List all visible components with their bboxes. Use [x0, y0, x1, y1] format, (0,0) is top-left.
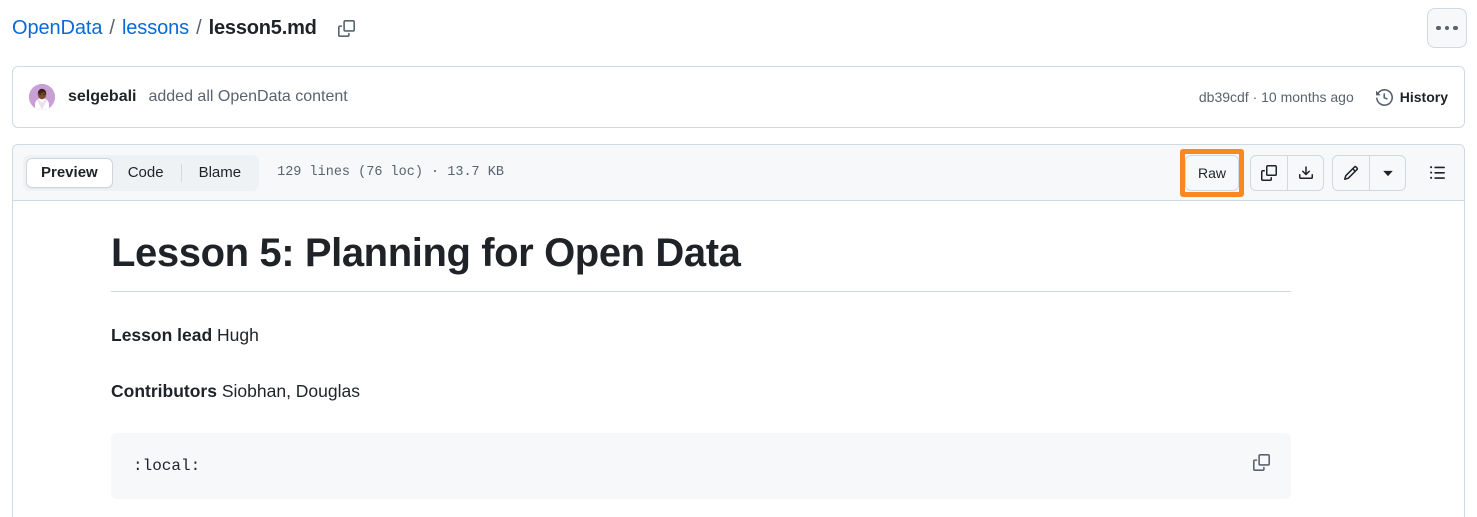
view-mode-segmented-control: Preview Code Blame	[23, 154, 260, 191]
page-title: Lesson 5: Planning for Open Data	[111, 229, 1291, 292]
file-toolbar: Preview Code Blame 129 lines (76 loc) · …	[13, 145, 1464, 201]
edit-file-button[interactable]	[1333, 156, 1369, 190]
copy-icon	[1261, 164, 1277, 181]
breadcrumb-current-file: lesson5.md	[208, 16, 317, 39]
copy-path-button[interactable]	[333, 14, 361, 42]
copy-raw-content-button[interactable]	[1251, 156, 1287, 190]
pencil-icon	[1343, 165, 1359, 181]
outline-toggle-button[interactable]	[1420, 156, 1454, 190]
more-options-button[interactable]	[1427, 8, 1467, 48]
segmented-divider	[180, 163, 182, 182]
chevron-down-icon	[1381, 166, 1395, 180]
commit-author-link[interactable]: selgebali	[68, 88, 136, 106]
raw-button[interactable]: Raw	[1184, 154, 1239, 191]
tab-blame[interactable]: Blame	[184, 158, 257, 188]
kebab-dot-2	[1444, 25, 1450, 31]
breadcrumb-separator-2: /	[196, 16, 202, 39]
contributors-label: Contributors	[111, 381, 217, 402]
history-label: History	[1399, 89, 1448, 105]
history-link[interactable]: History	[1375, 88, 1448, 106]
raw-button-highlight: Raw	[1179, 148, 1244, 197]
kebab-dot-3	[1453, 25, 1458, 31]
commit-message-link[interactable]: added all OpenData content	[148, 88, 347, 106]
code-block: :local:	[111, 432, 1291, 499]
contributors-value: Siobhan, Douglas	[221, 381, 360, 402]
contributors-line: Contributors Siobhan, Douglas	[111, 378, 1366, 404]
breadcrumb-repo-link[interactable]: OpenData	[12, 17, 102, 40]
commit-sha-and-time[interactable]: db39cdf · 10 months ago	[1199, 89, 1354, 105]
copy-download-button-group	[1250, 154, 1324, 191]
list-unordered-icon	[1429, 164, 1446, 181]
download-raw-file-button[interactable]	[1287, 155, 1323, 190]
copy-icon	[1252, 454, 1270, 471]
commit-meta: db39cdf · 10 months ago History	[1199, 88, 1448, 106]
breadcrumb-separator-1: /	[109, 16, 115, 39]
tab-code[interactable]: Code	[113, 158, 179, 188]
markdown-body: Lesson 5: Planning for Open Data Lesson …	[13, 201, 1464, 499]
kebab-horizontal-icon	[1436, 25, 1441, 31]
latest-commit-bar: selgebali added all OpenData content db3…	[12, 66, 1465, 128]
markdown-inner: Lesson 5: Planning for Open Data Lesson …	[13, 229, 1464, 499]
lesson-lead-line: Lesson lead Hugh	[111, 322, 1366, 348]
lesson-lead-label: Lesson lead	[111, 325, 213, 345]
avatar[interactable]	[29, 84, 55, 110]
edit-button-group	[1332, 154, 1406, 191]
github-file-view: OpenData / lessons / lesson5.md selgebal…	[0, 0, 1477, 517]
lesson-lead-value: Hugh	[217, 325, 259, 345]
code-block-content: :local:	[133, 456, 201, 475]
file-content-box: Preview Code Blame 129 lines (76 loc) · …	[12, 144, 1465, 517]
edit-dropdown-button[interactable]	[1369, 155, 1405, 190]
tab-preview[interactable]: Preview	[26, 157, 113, 188]
copy-code-button[interactable]	[1245, 447, 1277, 479]
history-clock-icon	[1375, 88, 1393, 106]
copy-icon	[338, 19, 356, 37]
download-icon	[1298, 165, 1314, 181]
breadcrumb: OpenData / lessons / lesson5.md	[12, 10, 361, 46]
file-meta-text: 129 lines (76 loc) · 13.7 KB	[277, 165, 504, 180]
file-toolbar-actions: Raw	[1179, 148, 1454, 197]
breadcrumb-folder-link[interactable]: lessons	[122, 17, 189, 40]
